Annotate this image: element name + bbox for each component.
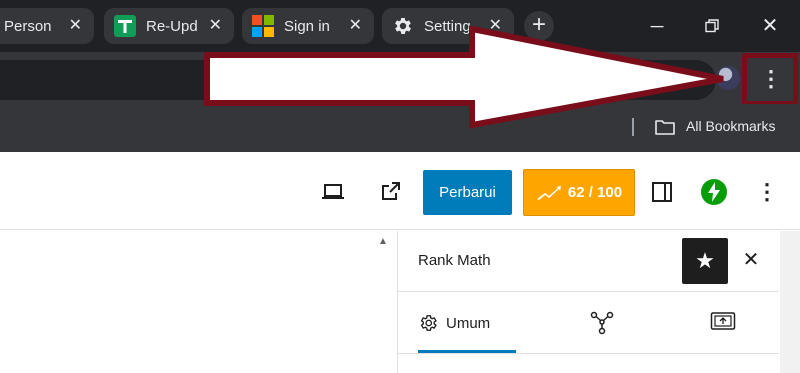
update-button[interactable]: Perbarui — [423, 170, 512, 215]
star-icon[interactable]: ★ — [682, 238, 728, 284]
sidebar-title: Rank Math — [418, 252, 491, 269]
editor-canvas[interactable] — [0, 231, 376, 373]
sidebar-scrollbar[interactable] — [780, 231, 800, 373]
tab-person[interactable]: Person ✕ — [0, 8, 94, 44]
editor-options-icon[interactable]: ⋮ — [756, 178, 778, 206]
highlight-box — [742, 53, 798, 106]
seo-score-button[interactable]: 62 / 100 — [523, 169, 635, 216]
tab-umum[interactable]: Umum — [418, 306, 490, 340]
external-link-icon[interactable] — [378, 180, 402, 204]
jetpack-icon[interactable] — [700, 178, 728, 206]
rank-math-icon — [536, 185, 561, 200]
tab-umum-label: Umum — [446, 314, 491, 332]
close-icon[interactable]: ✕ — [69, 16, 82, 36]
tabs-divider — [398, 353, 779, 354]
sidebar-divider — [398, 291, 779, 292]
sidebar-close-icon[interactable]: ✕ — [740, 248, 762, 272]
social-icon[interactable] — [710, 311, 736, 333]
seo-score-value: 62 / 100 — [567, 184, 623, 201]
schema-icon[interactable] — [590, 311, 614, 335]
laptop-preview-icon[interactable] — [320, 181, 346, 203]
tab-label: Person — [4, 17, 52, 35]
scroll-up-icon[interactable]: ▲ — [378, 236, 390, 247]
tab-label: Re-Upd — [146, 17, 198, 35]
window-close-icon[interactable]: ✕ — [755, 12, 785, 40]
sheets-icon — [114, 15, 136, 37]
arrow-annotation — [204, 25, 724, 129]
sidebar-toggle-icon[interactable] — [651, 181, 673, 203]
gear-icon — [420, 315, 437, 331]
